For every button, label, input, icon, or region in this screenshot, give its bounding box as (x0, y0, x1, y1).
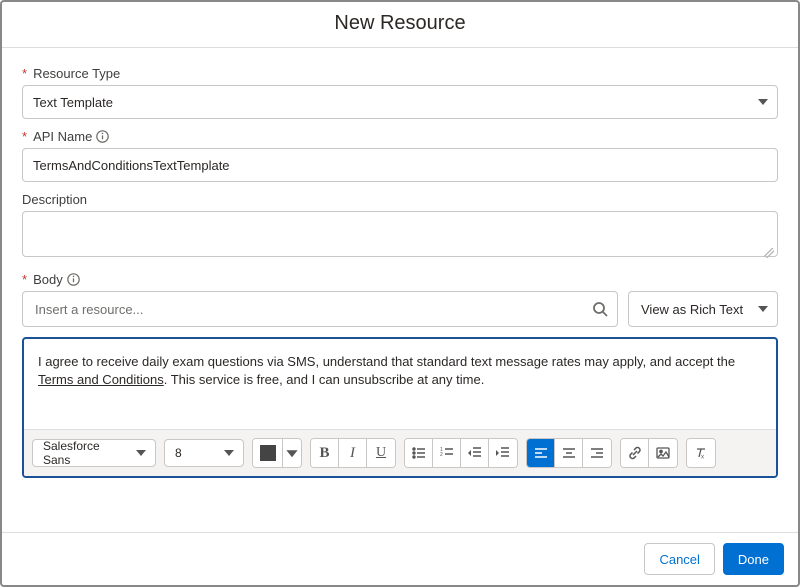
body-controls-row: View as Rich Text (22, 291, 778, 327)
body-text-prefix: I agree to receive daily exam questions … (38, 354, 735, 369)
info-icon[interactable] (96, 130, 109, 143)
align-left-button[interactable] (527, 439, 555, 467)
indent-icon (496, 446, 510, 460)
required-asterisk: * (22, 272, 27, 287)
resource-type-label: * Resource Type (22, 66, 778, 81)
outdent-icon (468, 446, 482, 460)
description-label: Description (22, 192, 778, 207)
numbered-list-button[interactable]: 12 (433, 439, 461, 467)
api-name-label: * API Name (22, 129, 778, 144)
bold-icon: B (319, 445, 329, 462)
terms-and-conditions-link[interactable]: Terms and Conditions (38, 372, 164, 387)
rich-text-editor: I agree to receive daily exam questions … (22, 337, 778, 478)
font-size-value[interactable]: 8 (164, 439, 244, 467)
font-family-select[interactable]: Salesforce Sans (32, 439, 156, 467)
bulleted-list-button[interactable] (405, 439, 433, 467)
italic-icon: I (350, 445, 355, 462)
link-icon (628, 446, 642, 460)
label-text: Body (33, 272, 63, 287)
outdent-button[interactable] (461, 439, 489, 467)
align-center-icon (562, 446, 576, 460)
italic-button[interactable]: I (339, 439, 367, 467)
align-right-icon (590, 446, 604, 460)
resource-type-select[interactable]: Text Template (22, 85, 778, 119)
api-name-input[interactable] (22, 148, 778, 182)
insert-resource-input[interactable] (22, 291, 618, 327)
link-button[interactable] (621, 439, 649, 467)
required-asterisk: * (22, 129, 27, 144)
text-color-button[interactable] (253, 439, 283, 467)
description-input[interactable] (22, 211, 778, 257)
color-swatch-icon (260, 445, 276, 461)
field-resource-type: * Resource Type Text Template (22, 66, 778, 119)
dialog-title: New Resource (2, 2, 798, 47)
info-icon[interactable] (67, 273, 80, 286)
svg-text:2: 2 (440, 452, 443, 458)
bulleted-list-icon (412, 446, 426, 460)
numbered-list-icon: 12 (440, 446, 454, 460)
image-button[interactable] (649, 439, 677, 467)
required-asterisk: * (22, 66, 27, 81)
form-body: * Resource Type Text Template * API Name… (2, 48, 798, 532)
indent-button[interactable] (489, 439, 517, 467)
alignment-group (526, 438, 612, 468)
body-label: * Body (22, 272, 778, 287)
done-button[interactable]: Done (723, 543, 784, 575)
font-family-value[interactable]: Salesforce Sans (32, 439, 156, 467)
field-description: Description (22, 192, 778, 262)
insert-resource-field[interactable] (22, 291, 618, 327)
bold-button[interactable]: B (311, 439, 339, 467)
text-color-dropdown[interactable] (283, 439, 301, 467)
view-mode-value[interactable]: View as Rich Text (628, 291, 778, 327)
svg-text:x: x (701, 455, 704, 461)
image-icon (656, 446, 670, 460)
underline-icon: U (376, 445, 386, 461)
list-indent-group: 12 (404, 438, 518, 468)
insert-group (620, 438, 678, 468)
text-style-group: B I U (310, 438, 396, 468)
text-color-group (252, 438, 302, 468)
clear-group: x (686, 438, 716, 468)
label-text: API Name (33, 129, 92, 144)
label-text: Resource Type (33, 66, 120, 81)
editor-content[interactable]: I agree to receive daily exam questions … (24, 339, 776, 429)
field-body: * Body View as Rich Text I agree to rece… (22, 272, 778, 478)
align-right-button[interactable] (583, 439, 611, 467)
clear-formatting-icon: x (694, 446, 708, 460)
view-mode-select[interactable]: View as Rich Text (628, 291, 778, 327)
editor-toolbar: Salesforce Sans 8 B I U (24, 429, 776, 476)
cancel-button[interactable]: Cancel (644, 543, 714, 575)
align-left-icon (534, 446, 548, 460)
body-text-suffix: . This service is free, and I can unsubs… (164, 372, 485, 387)
underline-button[interactable]: U (367, 439, 395, 467)
search-icon (592, 301, 608, 317)
field-api-name: * API Name (22, 129, 778, 182)
align-center-button[interactable] (555, 439, 583, 467)
font-size-select[interactable]: 8 (164, 439, 244, 467)
dialog-footer: Cancel Done (2, 532, 798, 585)
resource-type-value[interactable]: Text Template (22, 85, 778, 119)
clear-formatting-button[interactable]: x (687, 439, 715, 467)
label-text: Description (22, 192, 87, 207)
